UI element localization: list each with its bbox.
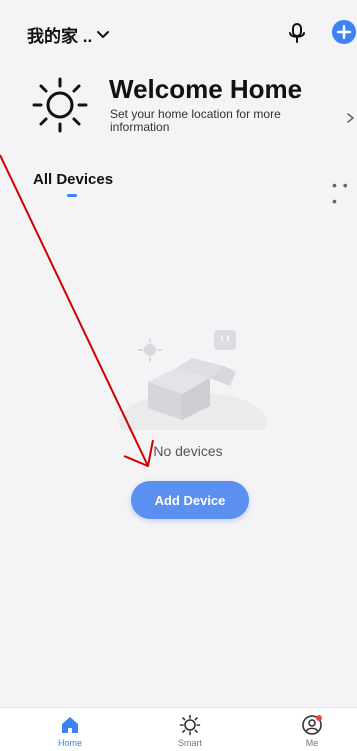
welcome-subtitle: Set your home location for more informat… bbox=[110, 107, 281, 134]
microphone-icon[interactable] bbox=[287, 22, 307, 44]
more-options-icon[interactable]: • • • bbox=[332, 177, 357, 209]
sun-icon bbox=[179, 714, 201, 736]
user-icon bbox=[302, 715, 322, 735]
tab-all-devices[interactable]: All Devices bbox=[33, 171, 113, 188]
nav-me[interactable]: Me bbox=[282, 714, 342, 748]
empty-state-message: No devices bbox=[153, 443, 223, 459]
home-name: 我的家 .. bbox=[27, 27, 93, 46]
device-tabs: All Devices • • • bbox=[0, 168, 357, 209]
chevron-down-icon bbox=[97, 30, 110, 38]
plus-icon bbox=[337, 25, 351, 39]
notification-badge bbox=[316, 715, 322, 721]
chevron-right-icon bbox=[347, 113, 354, 123]
top-bar: 我的家 .. bbox=[0, 0, 357, 60]
welcome-title: Welcome Home bbox=[109, 74, 303, 104]
nav-me-label: Me bbox=[305, 738, 319, 748]
home-icon bbox=[62, 717, 78, 733]
add-button[interactable] bbox=[332, 20, 356, 44]
nav-home[interactable]: Home bbox=[40, 714, 100, 748]
nav-smart[interactable]: Smart bbox=[160, 714, 220, 748]
bottom-navigation: Home Smart Me bbox=[0, 707, 357, 751]
nav-smart-label: Smart bbox=[177, 738, 202, 748]
sun-icon bbox=[32, 77, 88, 133]
outlet-icon bbox=[214, 330, 236, 350]
tab-indicator bbox=[67, 194, 77, 197]
home-selector[interactable]: 我的家 .. bbox=[27, 22, 110, 47]
welcome-banner[interactable]: Welcome Home Set your home location for … bbox=[0, 70, 357, 140]
small-sun-icon bbox=[138, 338, 162, 362]
empty-box-illustration bbox=[119, 330, 267, 430]
nav-home-label: Home bbox=[57, 738, 82, 748]
add-device-button[interactable]: Add Device bbox=[131, 481, 249, 519]
